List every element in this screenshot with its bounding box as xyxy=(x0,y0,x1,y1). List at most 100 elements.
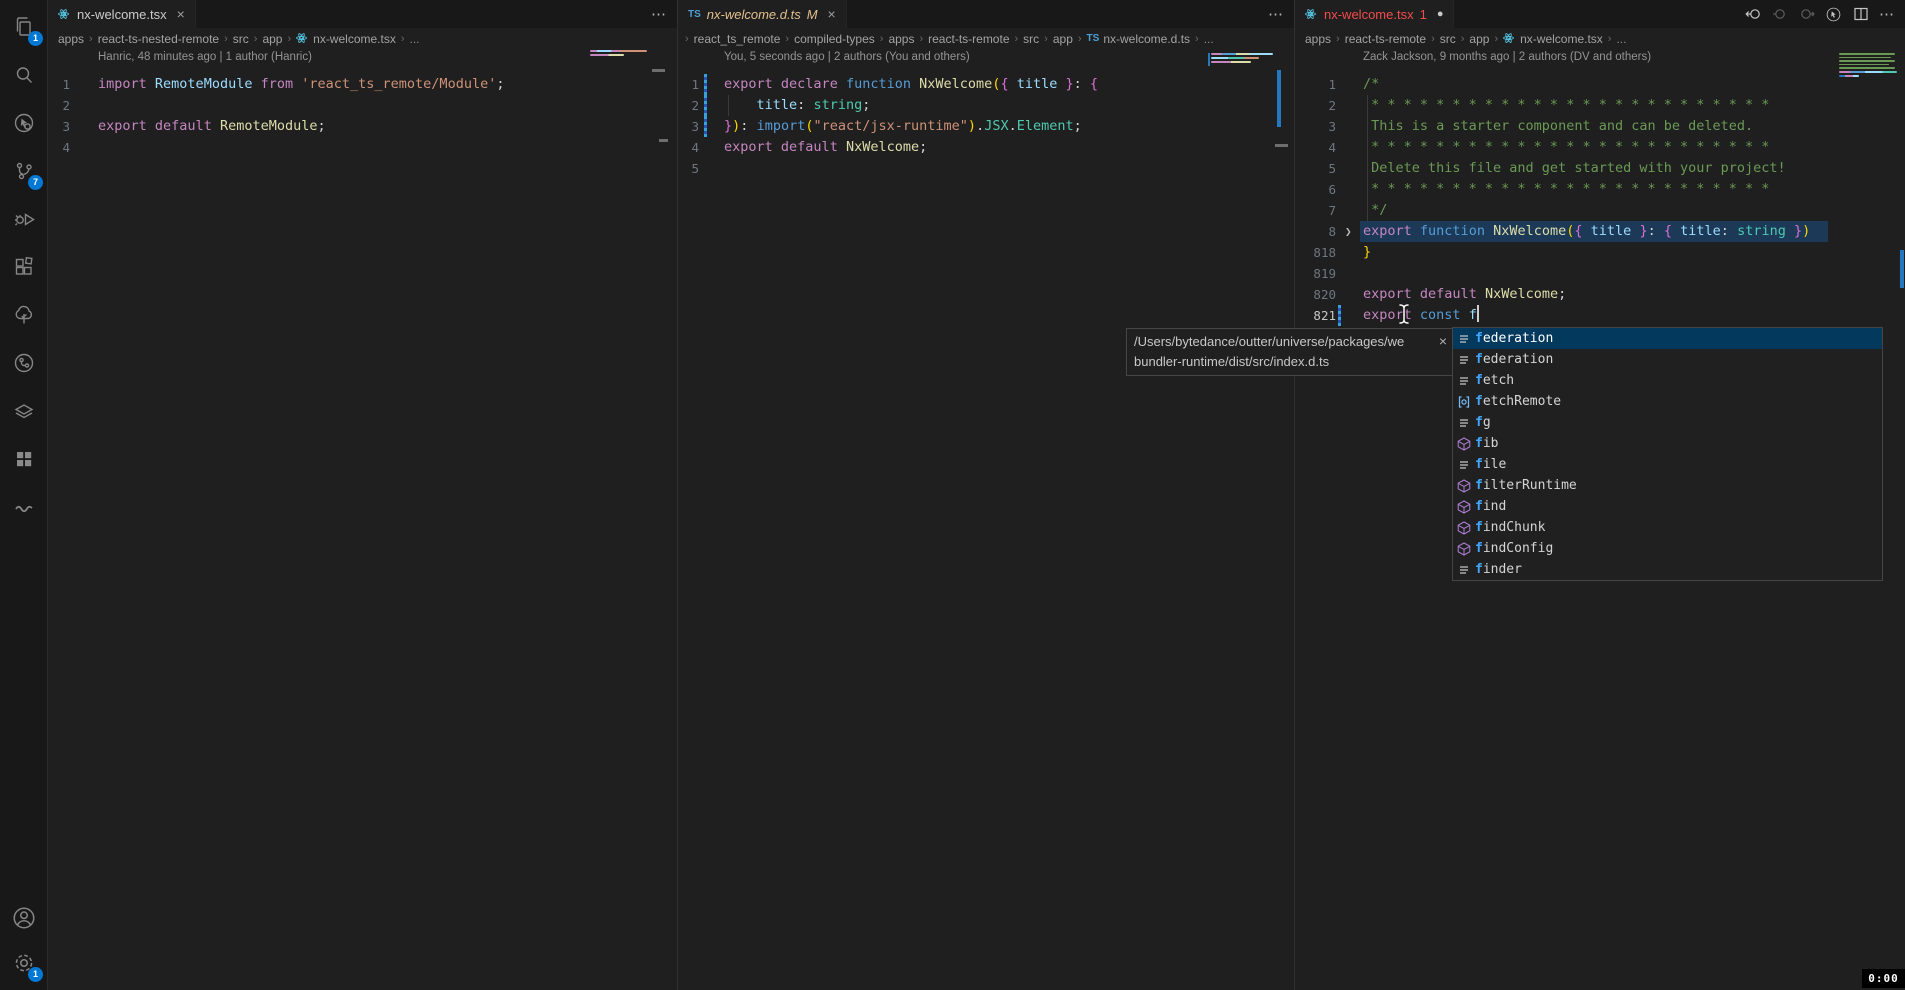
method-suggestion-icon xyxy=(1453,521,1475,535)
method-suggestion-icon xyxy=(1453,479,1475,493)
breadcrumb[interactable]: apps›react-ts-nested-remote›src›app›nx-w… xyxy=(48,29,677,48)
code-editor[interactable]: 1import RemoteModule from 'react_ts_remo… xyxy=(48,74,677,158)
source-control-icon[interactable]: 7 xyxy=(0,148,48,194)
todo-tree-icon[interactable] xyxy=(0,292,48,338)
breadcrumb-separator: › xyxy=(1494,33,1498,45)
minimap[interactable] xyxy=(1211,53,1277,65)
breadcrumb-item[interactable]: nx-welcome.tsx xyxy=(1503,32,1603,46)
minimap[interactable] xyxy=(590,50,650,58)
activity-bar: 1 7 xyxy=(0,0,48,990)
codelens[interactable]: You, 5 seconds ago | 2 authors (You and … xyxy=(724,51,970,63)
gutter xyxy=(1336,200,1363,221)
code-editor[interactable]: 1/*2 * * * * * * * * * * * * * * * * * *… xyxy=(1295,74,1905,326)
more-actions-icon[interactable]: ⋯ xyxy=(651,5,667,23)
codelens[interactable]: Hanric, 48 minutes ago | 1 author (Hanri… xyxy=(98,51,312,63)
breadcrumb-item[interactable]: react-ts-remote xyxy=(1345,32,1426,46)
suggestion-item-find[interactable]: find xyxy=(1453,496,1882,517)
breadcrumb-item[interactable]: apps xyxy=(58,32,84,46)
explorer-icon[interactable]: 1 xyxy=(0,4,48,50)
breadcrumb-separator: › xyxy=(254,33,258,45)
breadcrumb-item[interactable]: src xyxy=(1440,32,1456,46)
split-editor-icon[interactable] xyxy=(1852,6,1869,23)
pointer-circle-icon[interactable] xyxy=(1825,6,1842,23)
suggestion-item-federation[interactable]: federation xyxy=(1453,349,1882,370)
more-actions-icon[interactable]: ⋯ xyxy=(1879,5,1895,23)
layers-icon[interactable] xyxy=(0,388,48,434)
code-text: }): import("react/jsx-runtime").JSX.Elem… xyxy=(724,116,1082,137)
breadcrumb-item[interactable]: react-ts-remote xyxy=(928,32,1009,46)
autocomplete-popup: federationfederationfetchfetchRemotefgfi… xyxy=(1452,327,1883,581)
breadcrumb-item[interactable]: TSnx-welcome.d.ts xyxy=(1087,32,1190,46)
breadcrumb-item[interactable]: ... xyxy=(1204,32,1214,46)
suggestion-item-fib[interactable]: fib xyxy=(1453,433,1882,454)
codelens[interactable]: Zack Jackson, 9 months ago | 2 authors (… xyxy=(1363,51,1651,63)
dirty-indicator[interactable]: ● xyxy=(1437,8,1444,20)
extensions-icon[interactable] xyxy=(0,244,48,290)
more-actions-icon[interactable]: ⋯ xyxy=(1268,5,1284,23)
suggestion-item-findChunk[interactable]: findChunk xyxy=(1453,517,1882,538)
text-cursor xyxy=(1477,305,1479,322)
squiggle-icon[interactable] xyxy=(0,484,48,530)
breadcrumb-item[interactable]: nx-welcome.tsx xyxy=(296,32,396,46)
breadcrumb-item[interactable]: apps xyxy=(888,32,914,46)
suggestion-item-fetchRemote[interactable]: fetchRemote xyxy=(1453,391,1882,412)
indent-guide xyxy=(1367,95,1368,221)
settings-badge: 1 xyxy=(28,967,43,982)
tab-bar: nx-welcome.tsx 1 ● ⋯ xyxy=(1295,0,1905,28)
breadcrumb-separator: › xyxy=(1195,33,1199,45)
breadcrumb-item[interactable]: app xyxy=(262,32,282,46)
breadcrumb-item[interactable]: apps xyxy=(1305,32,1331,46)
next-change-icon[interactable] xyxy=(1798,6,1815,23)
line-number: 821 xyxy=(1295,305,1336,326)
tab-nx-welcome-tsx[interactable]: nx-welcome.tsx × xyxy=(48,0,196,28)
fold-chevron-icon[interactable]: ❯ xyxy=(1345,221,1352,242)
breadcrumb-item[interactable]: ... xyxy=(1616,32,1626,46)
suggestion-item-findConfig[interactable]: findConfig xyxy=(1453,538,1882,559)
breadcrumb[interactable]: ›react_ts_remote›compiled-types›apps›rea… xyxy=(678,29,1294,48)
breadcrumb-item[interactable]: src xyxy=(233,32,249,46)
run-and-debug-icon[interactable] xyxy=(0,196,48,242)
scrollbar-slider[interactable] xyxy=(1900,250,1904,288)
suggestion-item-fetch[interactable]: fetch xyxy=(1453,370,1882,391)
breadcrumb-item[interactable]: src xyxy=(1023,32,1039,46)
line-number: 819 xyxy=(1295,263,1336,284)
suggestion-item-finder[interactable]: finder xyxy=(1453,559,1882,580)
breadcrumb-item[interactable]: react_ts_remote xyxy=(694,32,781,46)
editor-pane-1: nx-welcome.tsx × ⋯ apps › react-ts-nested-… xyxy=(48,0,677,990)
git-graph-icon[interactable] xyxy=(0,340,48,386)
breadcrumb-item[interactable]: app xyxy=(1469,32,1489,46)
prev-change-icon[interactable] xyxy=(1771,6,1788,23)
accounts-icon[interactable] xyxy=(0,895,48,941)
settings-gear-icon[interactable]: 1 xyxy=(0,940,48,986)
code-text: * * * * * * * * * * * * * * * * * * * * … xyxy=(1363,95,1769,116)
code-text: * * * * * * * * * * * * * * * * * * * * … xyxy=(1363,179,1769,200)
suggestion-item-federation[interactable]: federation xyxy=(1453,328,1882,349)
suggestion-item-filterRuntime[interactable]: filterRuntime xyxy=(1453,475,1882,496)
text-suggestion-icon xyxy=(1453,416,1475,430)
breadcrumb[interactable]: apps›react-ts-remote›src›app›nx-welcome.… xyxy=(1295,29,1905,48)
code-editor[interactable]: 1export declare function NxWelcome({ tit… xyxy=(678,74,1294,179)
search-icon[interactable] xyxy=(0,52,48,98)
tab-label: nx-welcome.tsx xyxy=(77,7,167,22)
text-suggestion-icon xyxy=(1453,332,1475,346)
suggestion-item-fg[interactable]: fg xyxy=(1453,412,1882,433)
tab-close-icon[interactable]: × xyxy=(177,6,185,22)
breadcrumb-item[interactable]: react-ts-nested-remote xyxy=(98,32,219,46)
tooltip-close-icon[interactable]: × xyxy=(1439,331,1447,351)
line-number: 1 xyxy=(1295,74,1336,95)
minimap[interactable] xyxy=(1839,53,1899,79)
grid-icon[interactable] xyxy=(0,436,48,482)
go-back-icon[interactable] xyxy=(1744,6,1761,23)
tab-nx-welcome-tsx-errors[interactable]: nx-welcome.tsx 1 ● xyxy=(1295,0,1454,28)
tab-close-icon[interactable]: × xyxy=(828,6,836,22)
breadcrumb-item[interactable]: app xyxy=(1053,32,1073,46)
tooltip-path-line1: /Users/bytedance/outter/universe/package… xyxy=(1134,332,1430,352)
gutter xyxy=(1336,74,1363,95)
suggestion-item-file[interactable]: file xyxy=(1453,454,1882,475)
pointer-circle-icon[interactable] xyxy=(0,100,48,146)
overview-marker xyxy=(659,139,668,142)
tab-nx-welcome-dts[interactable]: TS nx-welcome.d.ts M × xyxy=(678,0,847,28)
typescript-file-icon: TS xyxy=(1087,33,1100,44)
breadcrumb-item[interactable]: ... xyxy=(410,32,420,46)
breadcrumb-item[interactable]: compiled-types xyxy=(794,32,875,46)
